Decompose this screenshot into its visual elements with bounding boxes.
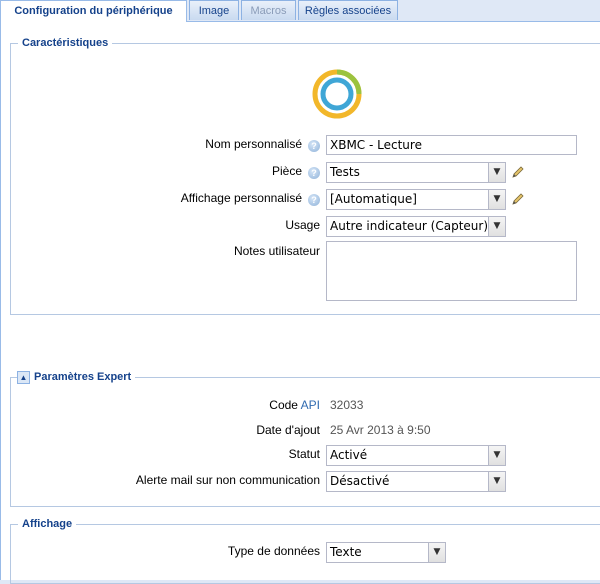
code-label: Code API xyxy=(269,398,320,412)
alert-label: Alerte mail sur non communication xyxy=(135,473,320,487)
tab-configuration[interactable]: Configuration du périphérique xyxy=(0,0,187,22)
display-select[interactable]: [Automatique] ▼ xyxy=(326,189,506,210)
status-select-value: Activé xyxy=(330,448,368,462)
device-ring-icon xyxy=(312,69,362,119)
status-select[interactable]: Activé ▼ xyxy=(326,445,506,466)
collapse-icon[interactable]: ▲ xyxy=(17,371,30,384)
code-value: 32033 xyxy=(330,398,364,412)
data-type-label: Type de données xyxy=(227,544,320,558)
usage-label: Usage xyxy=(285,218,320,232)
help-icon[interactable]: ? xyxy=(308,194,320,206)
chevron-down-icon[interactable]: ▼ xyxy=(428,543,445,562)
expert-title: Paramètres Expert xyxy=(30,370,136,384)
chevron-down-icon[interactable]: ▼ xyxy=(488,163,505,182)
room-select[interactable]: Tests ▼ xyxy=(326,162,506,183)
display-label: Affichage personnalisé xyxy=(180,191,302,205)
chevron-down-icon[interactable]: ▼ xyxy=(488,472,505,491)
data-type-select[interactable]: Texte ▼ xyxy=(326,542,446,563)
tab-rules[interactable]: Règles associées xyxy=(298,0,398,20)
help-icon[interactable]: ? xyxy=(308,140,320,152)
room-label: Pièce xyxy=(271,164,302,178)
date-label: Date d'ajout xyxy=(256,423,320,437)
tab-macros[interactable]: Macros xyxy=(241,0,296,20)
characteristics-title: Caractéristiques xyxy=(18,36,113,50)
code-api-link[interactable]: API xyxy=(301,398,320,412)
pencil-icon[interactable] xyxy=(511,192,525,206)
usage-select-value: Autre indicateur (Capteur) xyxy=(330,219,489,233)
date-value: 25 Avr 2013 à 9:50 xyxy=(330,423,431,437)
chevron-down-icon[interactable]: ▼ xyxy=(488,190,505,209)
alert-select-value: Désactivé xyxy=(330,474,390,488)
display-section: Affichage Type de données Texte ▼ xyxy=(10,517,600,584)
pencil-icon[interactable] xyxy=(511,165,525,179)
data-type-select-value: Texte xyxy=(330,545,362,559)
tab-image[interactable]: Image xyxy=(189,0,239,20)
code-label-text: Code xyxy=(269,398,298,412)
name-label: Nom personnalisé xyxy=(205,137,302,151)
notes-label: Notes utilisateur xyxy=(233,244,320,258)
notes-textarea[interactable] xyxy=(326,241,577,301)
help-icon[interactable]: ? xyxy=(308,167,320,179)
expert-section: ▲ Paramètres Expert Code API 32033 Date … xyxy=(10,370,600,507)
characteristics-section: Caractéristiques Nom personnalisé ? XBMC… xyxy=(10,36,600,315)
status-label: Statut xyxy=(288,447,320,461)
chevron-down-icon[interactable]: ▼ xyxy=(488,217,505,236)
name-input[interactable]: XBMC - Lecture xyxy=(326,135,577,155)
usage-select[interactable]: Autre indicateur (Capteur) ▼ xyxy=(326,216,506,237)
display-section-title: Affichage xyxy=(18,517,77,531)
chevron-down-icon[interactable]: ▼ xyxy=(488,446,505,465)
alert-select[interactable]: Désactivé ▼ xyxy=(326,471,506,492)
display-select-value: [Automatique] xyxy=(330,192,417,206)
tab-bar: Configuration du périphérique Image Macr… xyxy=(0,0,600,22)
config-panel: Caractéristiques Nom personnalisé ? XBMC… xyxy=(0,22,600,584)
room-select-value: Tests xyxy=(330,165,360,179)
